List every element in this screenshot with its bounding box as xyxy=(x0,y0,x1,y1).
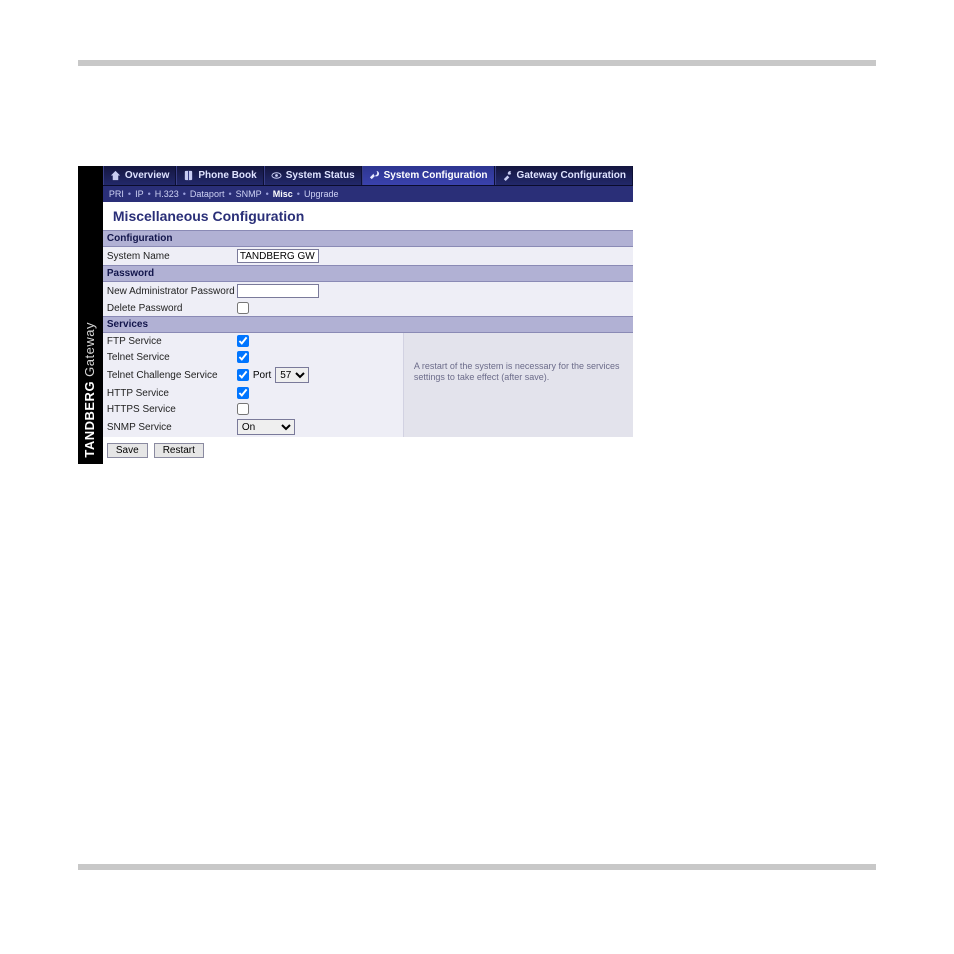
row-https-service: HTTPS Service xyxy=(103,401,403,417)
label-snmp-service: SNMP Service xyxy=(107,422,237,433)
subnav-dataport[interactable]: Dataport xyxy=(190,189,225,199)
button-row: Save Restart xyxy=(103,437,633,464)
brand-vertical: TANDBERG Gateway xyxy=(82,322,97,458)
home-icon xyxy=(110,170,121,181)
row-telnet-service: Telnet Service xyxy=(103,349,403,365)
row-delete-password: Delete Password xyxy=(103,300,633,316)
wrench-icon xyxy=(369,170,380,181)
new-admin-password-input[interactable] xyxy=(237,284,319,298)
label-https-service: HTTPS Service xyxy=(107,404,237,415)
http-service-checkbox[interactable] xyxy=(237,387,249,399)
page-title: Miscellaneous Configuration xyxy=(103,202,633,230)
telnet-challenge-checkbox[interactable] xyxy=(237,369,249,381)
row-snmp-service: SNMP Service On xyxy=(103,417,403,437)
label-telnet-service: Telnet Service xyxy=(107,352,237,363)
system-name-input[interactable] xyxy=(237,249,319,263)
https-service-checkbox[interactable] xyxy=(237,403,249,415)
book-icon xyxy=(183,170,194,181)
section-services: FTP Service Telnet Service Telnet Challe… xyxy=(103,333,633,437)
tab-system-status[interactable]: System Status xyxy=(264,166,362,185)
ftp-service-checkbox[interactable] xyxy=(237,335,249,347)
tab-bar: Overview Phone Book System Status xyxy=(103,166,633,186)
delete-password-checkbox[interactable] xyxy=(237,302,249,314)
sidebar: TANDBERG Gateway xyxy=(78,166,103,464)
page-rule-top xyxy=(78,60,876,66)
tab-label: Overview xyxy=(125,170,169,181)
telnet-service-checkbox[interactable] xyxy=(237,351,249,363)
sub-nav: PRI• IP• H.323• Dataport• SNMP• Misc• Up… xyxy=(103,186,633,202)
section-head-services: Services xyxy=(103,316,633,333)
restart-button[interactable]: Restart xyxy=(154,443,204,458)
subnav-h323[interactable]: H.323 xyxy=(155,189,179,199)
tab-label: Phone Book xyxy=(198,170,256,181)
subnav-snmp[interactable]: SNMP xyxy=(236,189,262,199)
subnav-ip[interactable]: IP xyxy=(135,189,144,199)
port-select[interactable]: 57 xyxy=(275,367,309,383)
label-port: Port xyxy=(253,370,271,381)
row-telnet-challenge: Telnet Challenge Service Port 57 xyxy=(103,365,403,385)
row-system-name: System Name xyxy=(103,247,633,265)
section-configuration: System Name xyxy=(103,247,633,265)
label-new-admin-password: New Administrator Password xyxy=(107,286,237,297)
brand-name: TANDBERG xyxy=(82,381,97,458)
label-system-name: System Name xyxy=(107,251,237,262)
tab-label: System Configuration xyxy=(384,170,488,181)
row-ftp-service: FTP Service xyxy=(103,333,403,349)
content-area: Miscellaneous Configuration Configuratio… xyxy=(103,202,633,464)
eye-icon xyxy=(271,170,282,181)
row-new-admin-password: New Administrator Password xyxy=(103,282,633,300)
tab-gateway-configuration[interactable]: Gateway Configuration xyxy=(495,166,633,185)
section-head-password: Password xyxy=(103,265,633,282)
tab-label: System Status xyxy=(286,170,355,181)
tab-system-configuration[interactable]: System Configuration xyxy=(362,166,495,185)
label-ftp-service: FTP Service xyxy=(107,336,237,347)
label-delete-password: Delete Password xyxy=(107,303,237,314)
subnav-pri[interactable]: PRI xyxy=(109,189,124,199)
services-note: A restart of the system is necessary for… xyxy=(403,333,633,437)
row-http-service: HTTP Service xyxy=(103,385,403,401)
app-frame: TANDBERG Gateway Overview Phone Book xyxy=(78,166,633,464)
save-button[interactable]: Save xyxy=(107,443,148,458)
label-http-service: HTTP Service xyxy=(107,388,237,399)
tool-icon xyxy=(502,170,513,181)
tab-phone-book[interactable]: Phone Book xyxy=(176,166,263,185)
subnav-misc[interactable]: Misc xyxy=(273,189,293,199)
section-password: New Administrator Password Delete Passwo… xyxy=(103,282,633,316)
main-pane: Overview Phone Book System Status xyxy=(103,166,633,464)
tab-label: Gateway Configuration xyxy=(517,170,626,181)
section-head-configuration: Configuration xyxy=(103,230,633,247)
label-telnet-challenge: Telnet Challenge Service xyxy=(107,370,237,381)
tab-overview[interactable]: Overview xyxy=(103,166,176,185)
brand-product: Gateway xyxy=(82,322,97,377)
subnav-upgrade[interactable]: Upgrade xyxy=(304,189,339,199)
page-rule-bottom xyxy=(78,864,876,870)
snmp-service-select[interactable]: On xyxy=(237,419,295,435)
